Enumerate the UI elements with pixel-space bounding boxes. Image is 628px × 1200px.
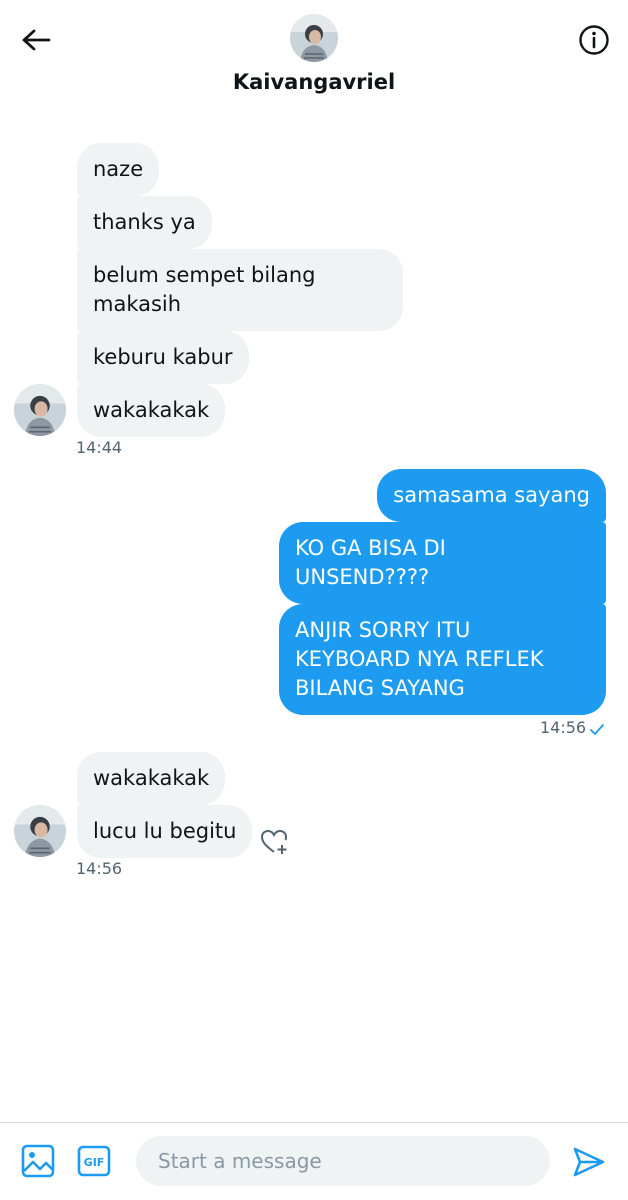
gif-icon[interactable]: GIF (77, 1145, 111, 1177)
message-composer: GIF (0, 1122, 628, 1200)
incoming-message[interactable]: thanks ya (77, 196, 212, 249)
info-icon[interactable] (576, 22, 612, 58)
send-icon[interactable] (572, 1145, 606, 1179)
incoming-message[interactable]: wakakakak (77, 752, 226, 805)
message-timestamp: 14:56 (540, 718, 587, 737)
back-arrow-icon[interactable] (18, 22, 54, 58)
incoming-message[interactable]: belum sempet bilang makasih (77, 249, 403, 331)
message-timestamp: 14:56 (76, 859, 123, 878)
sender-avatar[interactable] (14, 384, 66, 436)
outgoing-message[interactable]: ANJIR SORRY ITU KEYBOARD NYA REFLEK BILA… (279, 604, 606, 715)
header-avatar[interactable] (290, 14, 338, 62)
outgoing-message[interactable]: KO GA BISA DI UNSEND???? (279, 522, 606, 604)
image-icon[interactable] (20, 1143, 56, 1179)
incoming-message[interactable]: naze (77, 143, 160, 196)
contact-name[interactable]: Kaivangavriel (0, 70, 628, 94)
incoming-message[interactable]: wakakakak (77, 384, 226, 437)
incoming-message[interactable]: keburu kabur (77, 331, 249, 384)
svg-text:GIF: GIF (84, 1156, 105, 1169)
message-input[interactable] (136, 1136, 550, 1186)
sender-avatar[interactable] (14, 805, 66, 857)
add-reaction-heart-icon[interactable] (260, 828, 290, 856)
message-timestamp: 14:44 (76, 438, 123, 457)
incoming-message[interactable]: lucu lu begitu (77, 805, 253, 858)
sent-check-icon (590, 724, 604, 735)
outgoing-message[interactable]: samasama sayang (377, 469, 606, 522)
conversation-header: Kaivangavriel (0, 0, 628, 110)
